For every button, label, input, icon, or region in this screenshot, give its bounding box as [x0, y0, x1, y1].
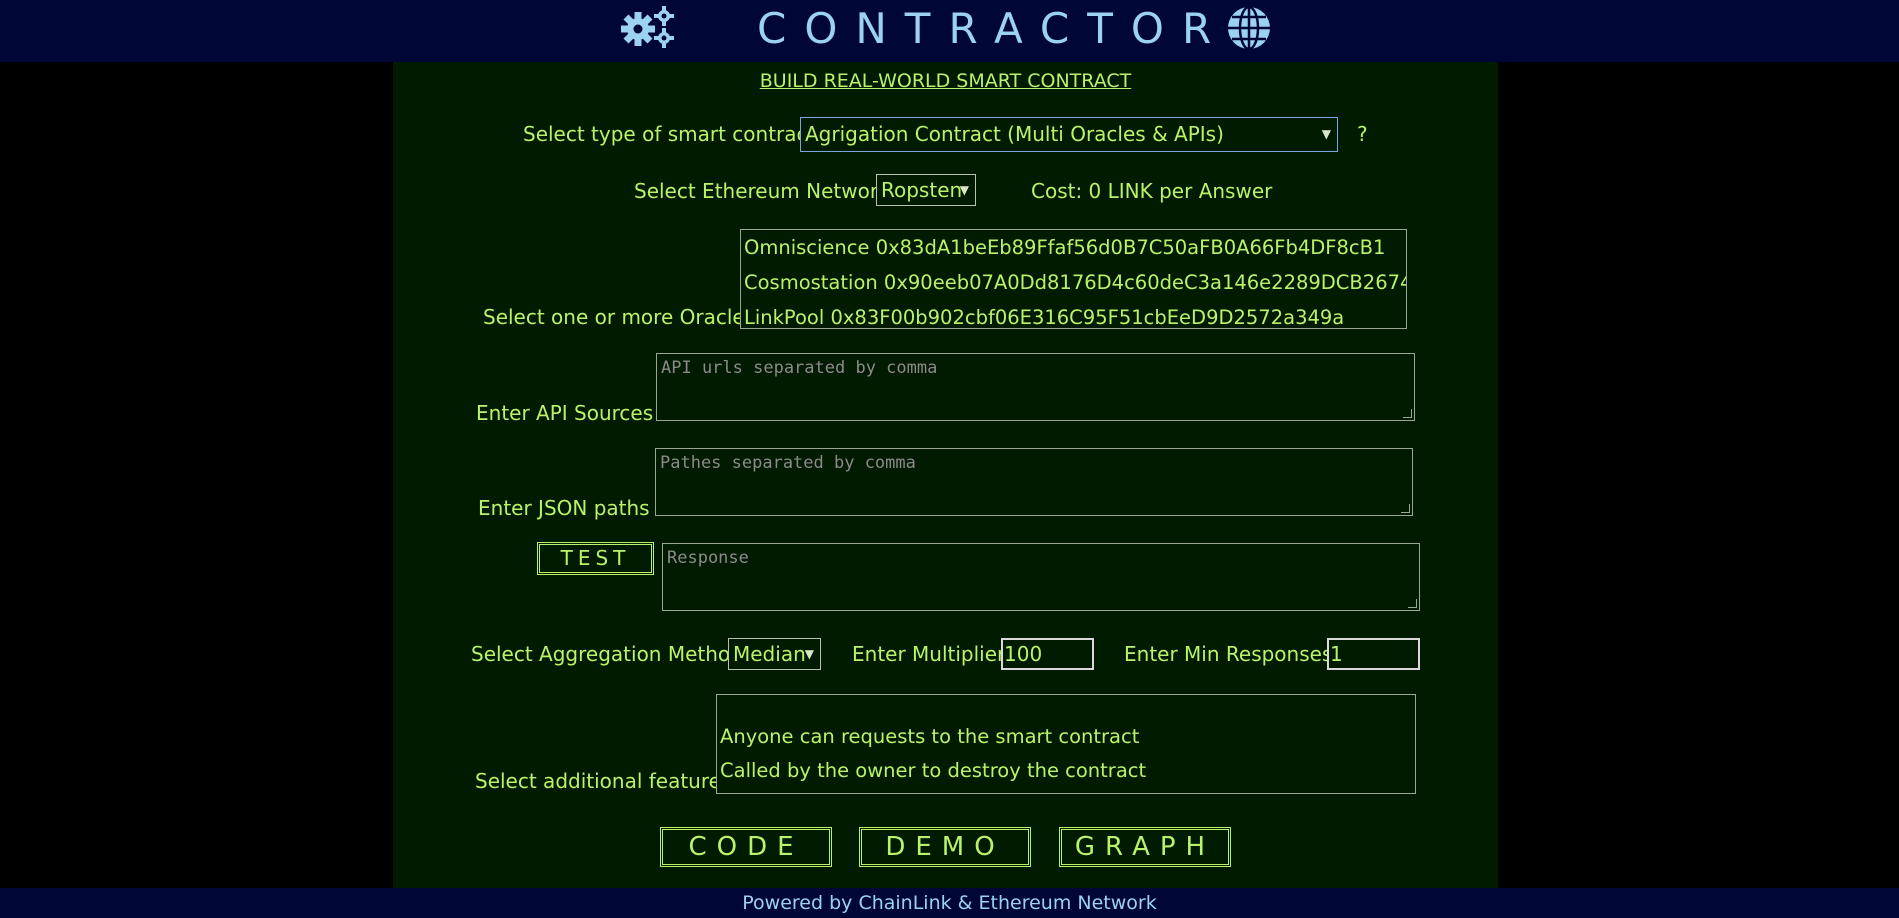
multiplier-input[interactable]: 100	[1001, 638, 1094, 670]
aggregation-select[interactable]: Median ▼	[728, 638, 821, 670]
min-responses-input[interactable]: 1	[1327, 638, 1420, 670]
chevron-down-icon: ▼	[959, 183, 969, 197]
contract-type-value: Agrigation Contract (Multi Oracles & API…	[805, 122, 1224, 146]
contract-builder-panel: BUILD REAL-WORLD SMART CONTRACT Select t…	[393, 62, 1498, 888]
contract-type-select[interactable]: Agrigation Contract (Multi Oracles & API…	[800, 117, 1338, 152]
network-value: Ropsten	[881, 178, 963, 202]
response-placeholder: Response	[667, 548, 749, 568]
oracle-option[interactable]: LinkPool 0x83F00b902cbf06E316C95F51cbEeD…	[741, 300, 1406, 328]
gears-icon[interactable]	[618, 5, 678, 49]
resize-handle-icon[interactable]	[1401, 504, 1410, 513]
oracle-option[interactable]: Cosmostation 0x90eeb07A0Dd8176D4c60deC3a…	[741, 265, 1406, 300]
api-sources-placeholder: API urls separated by comma	[661, 358, 938, 378]
footer: Powered by ChainLink & Ethereum Network	[0, 888, 1899, 918]
contract-type-label: Select type of smart contract:	[523, 122, 823, 146]
feature-option[interactable]: Called by the owner to destroy the contr…	[717, 754, 1415, 788]
globe-icon[interactable]	[1226, 5, 1272, 51]
oracle-option[interactable]: Omniscience 0x83dA1beEb89Ffaf56d0B7C50aF…	[741, 230, 1406, 265]
network-label: Select Ethereum Network:	[634, 179, 897, 203]
aggregation-value: Median	[733, 642, 806, 666]
graph-button[interactable]: GRAPH	[1059, 827, 1231, 867]
oracles-label: Select one or more Oracles:	[483, 305, 762, 329]
aggregation-label: Select Aggregation Method:	[471, 642, 750, 666]
json-paths-placeholder: Pathes separated by comma	[660, 453, 916, 473]
min-responses-label: Enter Min Responses:	[1124, 642, 1340, 666]
json-paths-label: Enter JSON paths :	[478, 496, 663, 520]
resize-handle-icon[interactable]	[1408, 599, 1417, 608]
footer-text: Powered by ChainLink & Ethereum Network	[742, 892, 1157, 914]
oracles-listbox[interactable]: Omniscience 0x83dA1beEb89Ffaf56d0B7C50aF…	[740, 229, 1407, 329]
features-listbox[interactable]: Anyone can requests to the smart contrac…	[716, 694, 1416, 794]
network-select[interactable]: Ropsten ▼	[876, 174, 976, 206]
response-textarea[interactable]: Response	[662, 543, 1420, 611]
features-label: Select additional features:	[475, 769, 739, 793]
feature-option[interactable]: Anyone can requests to the smart contrac…	[717, 720, 1415, 754]
chevron-down-icon: ▼	[804, 647, 814, 661]
listbox-spacer	[717, 695, 1415, 720]
api-sources-textarea[interactable]: API urls separated by comma	[656, 353, 1415, 421]
cost-text: Cost: 0 LINK per Answer	[1031, 179, 1273, 203]
page-heading: BUILD REAL-WORLD SMART CONTRACT	[759, 70, 1132, 92]
app-title: CONTRACTOR	[757, 4, 1230, 53]
resize-handle-icon[interactable]	[1403, 409, 1412, 418]
json-paths-textarea[interactable]: Pathes separated by comma	[655, 448, 1413, 516]
demo-button[interactable]: DEMO	[859, 827, 1031, 867]
top-bar: CONTRACTOR	[0, 0, 1899, 62]
api-sources-label: Enter API Sources :	[476, 401, 667, 425]
multiplier-label: Enter Multiplier:	[852, 642, 1012, 666]
code-button[interactable]: CODE	[660, 827, 832, 867]
test-button[interactable]: TEST	[537, 542, 654, 575]
help-button[interactable]: ?	[1357, 122, 1368, 146]
chevron-down-icon: ▼	[1321, 127, 1331, 141]
